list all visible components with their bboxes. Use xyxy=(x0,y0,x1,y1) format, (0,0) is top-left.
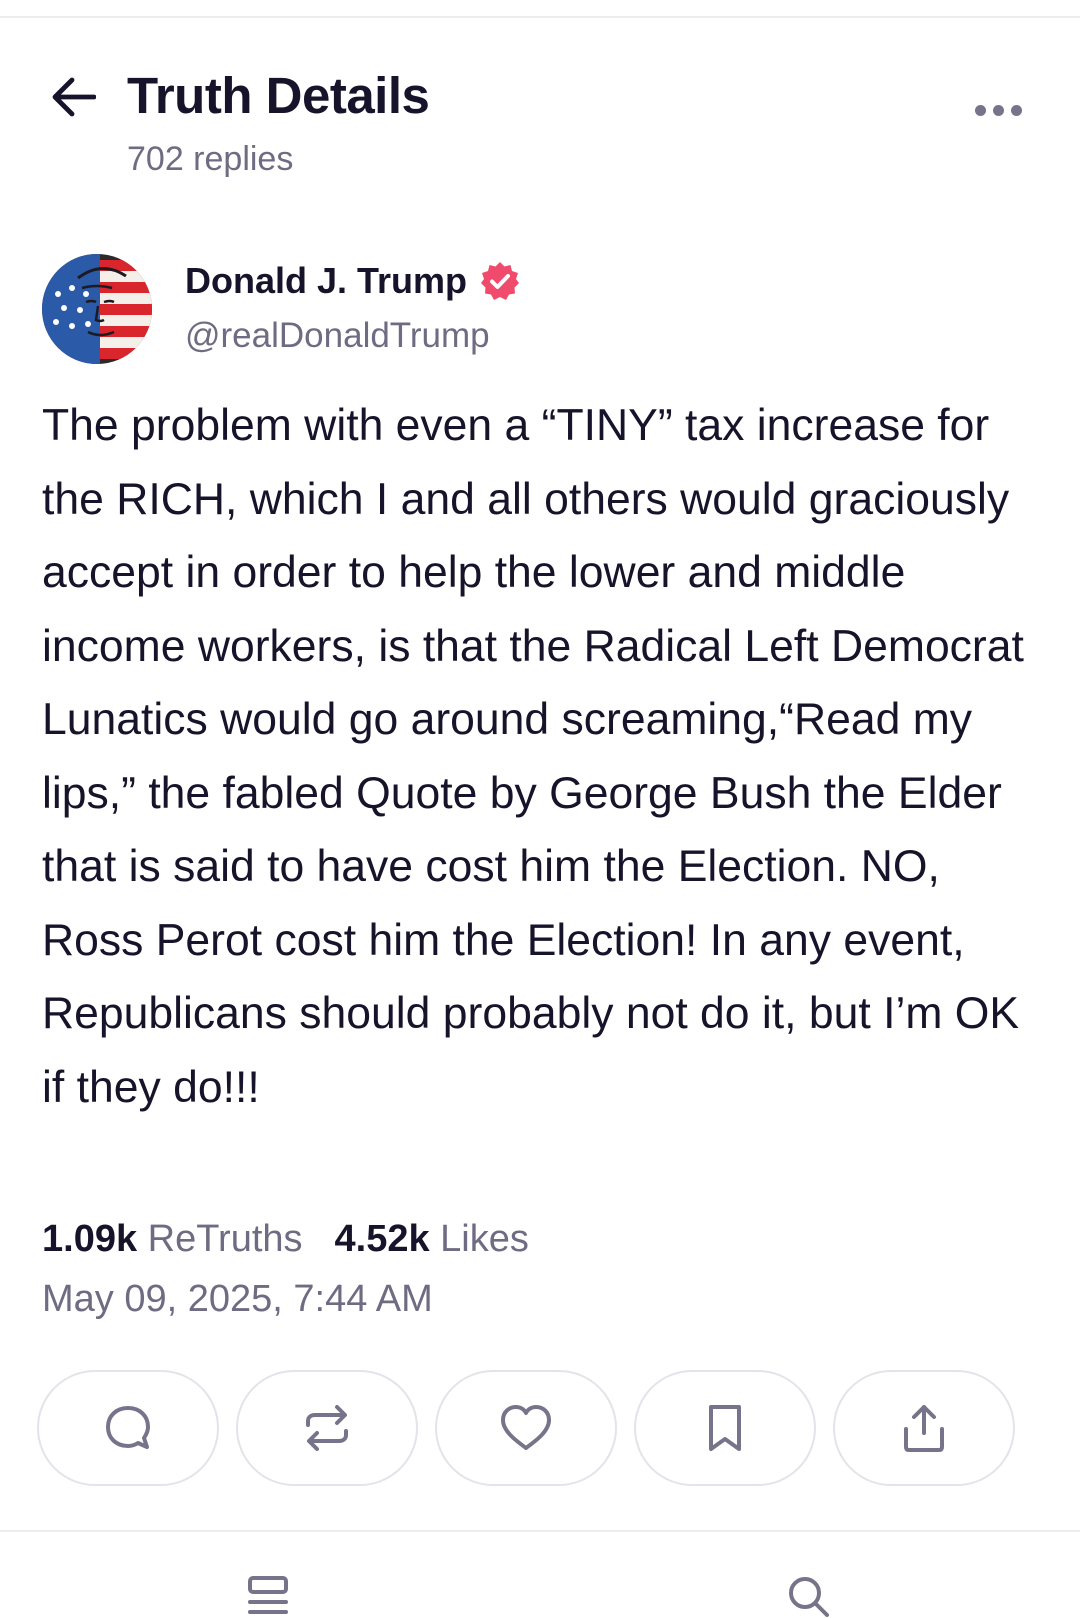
bottom-nav-divider xyxy=(0,1530,1080,1532)
share-button[interactable] xyxy=(833,1370,1015,1486)
feed-icon xyxy=(248,1576,288,1614)
author-name[interactable]: Donald J. Trump xyxy=(185,260,467,302)
heart-icon xyxy=(501,1405,551,1450)
nav-feed[interactable] xyxy=(246,1574,290,1618)
comment-icon xyxy=(106,1406,150,1449)
post-stats: 1.09k ReTruths 4.52k Likes xyxy=(42,1218,529,1261)
avatar[interactable] xyxy=(42,254,152,364)
flag-face-portrait xyxy=(42,254,152,364)
retruths-count[interactable]: 1.09k xyxy=(42,1218,137,1260)
more-dot xyxy=(1010,104,1022,116)
verified-badge-icon xyxy=(479,260,521,302)
post-actions xyxy=(37,1370,1047,1486)
retruths-label[interactable]: ReTruths xyxy=(148,1218,303,1260)
likes-label[interactable]: Likes xyxy=(440,1218,529,1260)
page-title: Truth Details xyxy=(127,67,430,124)
share-icon xyxy=(904,1405,944,1452)
post-timestamp: May 09, 2025, 7:44 AM xyxy=(42,1278,433,1320)
search-icon xyxy=(789,1577,829,1617)
back-button[interactable] xyxy=(44,68,102,126)
bookmark-icon xyxy=(709,1405,741,1451)
likes-count[interactable]: 4.52k xyxy=(335,1218,430,1260)
reply-button[interactable] xyxy=(37,1370,219,1486)
nav-search[interactable] xyxy=(786,1574,830,1618)
author-handle[interactable]: @realDonaldTrump xyxy=(185,316,490,356)
post-body: The problem with even a “TINY” tax incre… xyxy=(42,401,1024,1112)
more-dot xyxy=(992,104,1004,116)
header: Truth Details 702 replies xyxy=(0,60,1080,190)
retruth-button[interactable] xyxy=(236,1370,418,1486)
top-divider xyxy=(0,16,1080,18)
arrow-left-icon xyxy=(52,77,96,117)
truth-details-screen: Truth Details 702 replies Donald J. Trum… xyxy=(0,0,1080,1618)
post-author: Donald J. Trump @realDonaldTrump xyxy=(42,254,1042,364)
like-button[interactable] xyxy=(435,1370,617,1486)
repeat-icon xyxy=(306,1405,348,1451)
bookmark-button[interactable] xyxy=(634,1370,816,1486)
more-options-button[interactable] xyxy=(960,80,1036,140)
more-horizontal-icon xyxy=(974,104,986,116)
author-name-row[interactable]: Donald J. Trump xyxy=(185,260,521,302)
replies-count: 702 replies xyxy=(127,140,294,178)
